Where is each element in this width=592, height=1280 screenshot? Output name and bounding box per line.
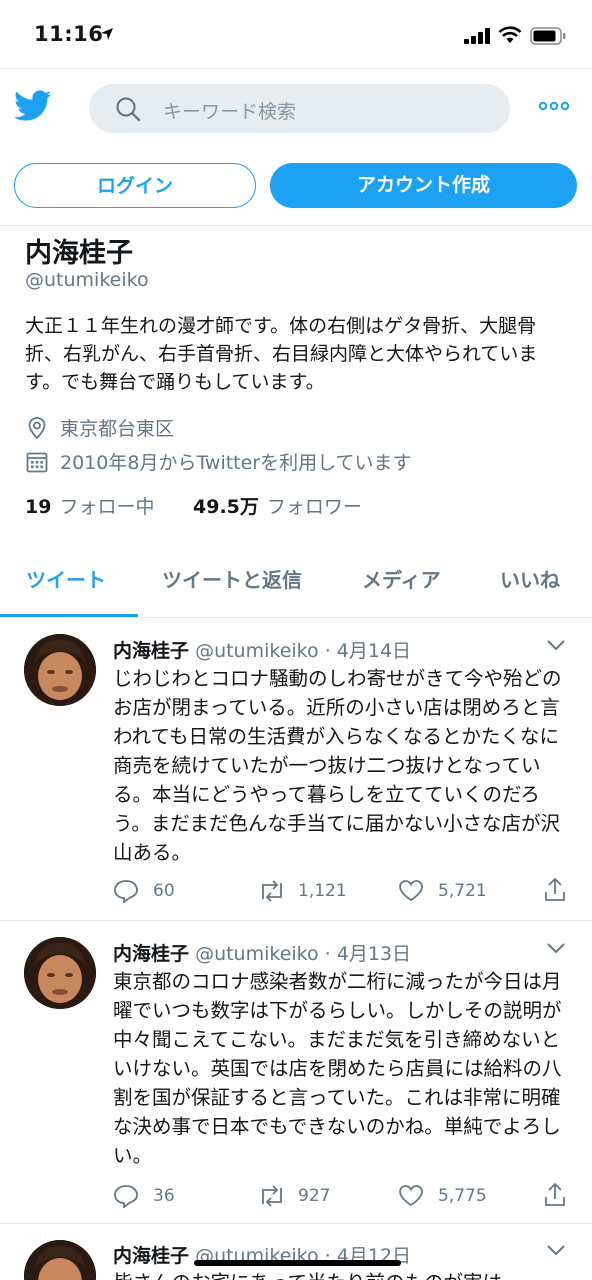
avatar[interactable]	[24, 937, 96, 1009]
tweet-text: 東京都のコロナ感染者数が二桁に減ったが今日は月曜でいつも数字は下がるらしい。しか…	[113, 970, 562, 1167]
like-count: 5,721	[438, 881, 487, 901]
twitter-bird-icon[interactable]	[14, 90, 52, 122]
tweet-header: 内海桂子 @utumikeiko · 4月14日	[113, 636, 411, 663]
tweet-author-name[interactable]: 内海桂子	[113, 1245, 189, 1267]
tweet-date[interactable]: · 4月13日	[325, 943, 411, 965]
following-label: フォロー中	[59, 496, 155, 518]
signup-button[interactable]: アカウント作成	[270, 163, 577, 208]
profile-bio: 大正１１年生れの漫才師です。体の右側はゲタ骨折、大腿骨折、右乳がん、右手首骨折、…	[25, 315, 538, 393]
following-link[interactable]: 19 フォロー中	[25, 492, 154, 519]
wifi-icon	[498, 26, 522, 43]
tweet-date[interactable]: · 4月14日	[325, 640, 411, 662]
status-time: 11:16	[34, 22, 104, 46]
search-input[interactable]: キーワード検索	[163, 97, 296, 124]
followers-label: フォロワー	[266, 496, 362, 518]
tweet[interactable]: 内海桂子 @utumikeiko · 4月13日 東京都のコロナ感染者数が二桁に…	[0, 921, 592, 1223]
joined-text: 2010年8月からTwitterを利用しています	[60, 452, 412, 474]
tweet-author-handle: @utumikeiko	[195, 943, 319, 965]
reply-count: 36	[153, 1186, 175, 1206]
tweet[interactable]: 内海桂子 @utumikeiko · 4月12日 皆さんのお宅にあって当たり前の…	[0, 1224, 592, 1280]
avatar-image	[24, 634, 96, 706]
tweet-header: 内海桂子 @utumikeiko · 4月13日	[113, 939, 411, 966]
tab-tweets-replies[interactable]: ツイートと返信	[162, 564, 302, 593]
tweet-text: 皆さんのお宅にあって当たり前のものが実は	[113, 1268, 573, 1280]
heart-icon	[399, 1185, 423, 1207]
tweet-text: じわじわとコロナ騒動のしわ寄せがきて今や殆どのお店が閉まっている。近所の小さい店…	[113, 667, 562, 864]
chevron-down-icon[interactable]	[545, 941, 567, 955]
search-icon	[116, 97, 141, 122]
tab-tweets[interactable]: ツイート	[26, 564, 106, 593]
location-pin-icon	[28, 417, 46, 440]
profile-name: 内海桂子	[25, 238, 133, 269]
location-text: 東京都台東区	[60, 418, 175, 440]
heart-icon	[399, 880, 423, 902]
share-icon[interactable]	[543, 1182, 567, 1208]
chevron-down-icon[interactable]	[545, 1243, 567, 1257]
avatar[interactable]	[24, 1240, 96, 1280]
tweet[interactable]: 内海桂子 @utumikeiko · 4月14日 じわじわとコロナ騒動のしわ寄せ…	[0, 618, 592, 920]
followers-count: 49.5万	[193, 496, 259, 518]
retweet-count: 927	[298, 1186, 331, 1206]
status-bar: 11:16	[0, 0, 592, 68]
tweet-author-name[interactable]: 内海桂子	[113, 943, 189, 965]
reply-icon	[114, 880, 138, 903]
avatar[interactable]	[24, 634, 96, 706]
avatar-image	[24, 1240, 96, 1280]
battery-icon	[530, 27, 566, 45]
home-indicator[interactable]	[194, 1260, 401, 1266]
tweet-author-handle: @utumikeiko	[195, 640, 319, 662]
retweet-count: 1,121	[298, 881, 347, 901]
reply-count: 60	[153, 881, 175, 901]
divider	[0, 68, 592, 69]
divider	[0, 225, 592, 226]
followers-link[interactable]: 49.5万 フォロワー	[193, 492, 362, 519]
more-dots-icon[interactable]	[538, 100, 570, 112]
login-button[interactable]: ログイン	[14, 163, 256, 208]
calendar-icon	[26, 452, 48, 473]
search-box[interactable]: キーワード検索	[89, 84, 510, 133]
location-arrow-icon	[101, 28, 113, 40]
profile-handle: @utumikeiko	[25, 269, 149, 291]
avatar-image	[24, 937, 96, 1009]
share-icon[interactable]	[543, 877, 567, 903]
cellular-signal-icon	[464, 28, 490, 44]
like-count: 5,775	[438, 1186, 487, 1206]
tab-likes[interactable]: いいね	[500, 564, 560, 593]
following-count: 19	[25, 496, 52, 518]
reply-icon	[114, 1185, 138, 1208]
retweet-icon	[262, 880, 282, 902]
tab-media[interactable]: メディア	[362, 564, 441, 593]
tweet-author-name[interactable]: 内海桂子	[113, 640, 189, 662]
chevron-down-icon[interactable]	[545, 638, 567, 652]
retweet-icon	[262, 1185, 282, 1207]
